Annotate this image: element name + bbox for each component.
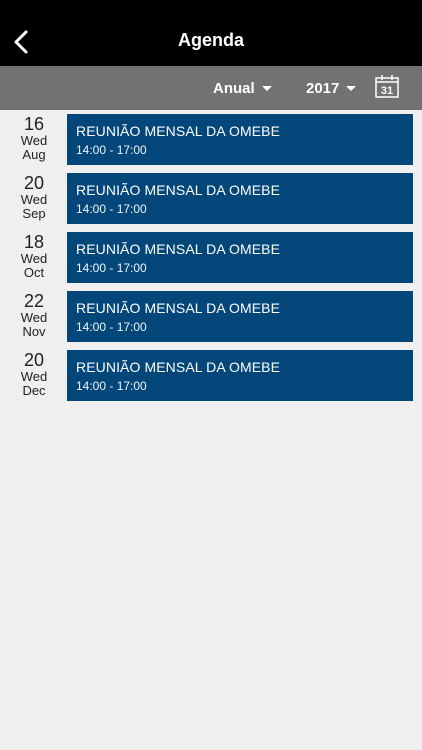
event-time: 14:00 - 17:00 [76, 320, 147, 334]
event-month: Dec [22, 383, 46, 398]
event-date: 18 Wed Oct [13, 232, 55, 280]
event-day: 20 [23, 350, 45, 370]
event-title: REUNIÃO MENSAL DA OMEBE [76, 123, 281, 139]
year-dropdown-value: 2017 [306, 79, 340, 97]
list-item: 16 Wed Aug REUNIÃO MENSAL DA OMEBE 14:00… [0, 110, 422, 169]
page-title: Agenda [177, 30, 244, 50]
period-dropdown-value: Anual [213, 79, 255, 97]
caret-down-icon [346, 85, 357, 91]
top-bar: Agenda [0, 0, 422, 66]
event-weekday: Wed [20, 310, 48, 325]
event-month: Nov [22, 324, 46, 339]
filter-bar: Anual 2017 [0, 66, 422, 110]
event-time: 14:00 - 17:00 [76, 261, 147, 275]
event-card[interactable]: REUNIÃO MENSAL DA OMEBE 14:00 - 17:00 [67, 114, 413, 165]
event-day: 18 [23, 232, 45, 252]
event-weekday: Wed [20, 369, 48, 384]
event-date: 20 Wed Dec [13, 350, 55, 398]
caret-down-icon [261, 85, 272, 91]
event-time: 14:00 - 17:00 [76, 202, 147, 216]
event-day: 20 [23, 173, 45, 193]
event-weekday: Wed [20, 251, 48, 266]
event-weekday: Wed [20, 133, 48, 148]
event-day: 22 [23, 291, 45, 311]
event-card[interactable]: REUNIÃO MENSAL DA OMEBE 14:00 - 17:00 [67, 173, 413, 224]
event-title: REUNIÃO MENSAL DA OMEBE [76, 182, 281, 198]
event-date: 20 Wed Sep [13, 173, 55, 221]
list-item: 18 Wed Oct REUNIÃO MENSAL DA OMEBE 14:00… [0, 228, 422, 287]
event-card[interactable]: REUNIÃO MENSAL DA OMEBE 14:00 - 17:00 [67, 350, 413, 401]
event-month: Oct [23, 265, 45, 280]
event-weekday: Wed [20, 192, 48, 207]
event-month: Sep [22, 206, 46, 221]
event-time: 14:00 - 17:00 [76, 143, 147, 157]
event-date: 16 Wed Aug [13, 114, 55, 162]
event-card[interactable]: REUNIÃO MENSAL DA OMEBE 14:00 - 17:00 [67, 232, 413, 283]
calendar-icon-day: 31 [381, 85, 393, 97]
calendar-button[interactable]: 31 [374, 73, 400, 99]
event-month: Aug [22, 147, 46, 162]
event-card[interactable]: REUNIÃO MENSAL DA OMEBE 14:00 - 17:00 [67, 291, 413, 342]
event-date: 22 Wed Nov [13, 291, 55, 339]
list-item: 20 Wed Dec REUNIÃO MENSAL DA OMEBE 14:00… [0, 346, 422, 405]
year-dropdown[interactable]: 2017 [306, 77, 357, 99]
period-dropdown[interactable]: Anual [213, 77, 272, 99]
event-time: 14:00 - 17:00 [76, 379, 147, 393]
calendar-icon: 31 [375, 75, 399, 98]
event-day: 16 [23, 114, 45, 134]
event-list: 16 Wed Aug REUNIÃO MENSAL DA OMEBE 14:00… [0, 110, 422, 405]
list-item: 22 Wed Nov REUNIÃO MENSAL DA OMEBE 14:00… [0, 287, 422, 346]
event-title: REUNIÃO MENSAL DA OMEBE [76, 300, 281, 316]
event-title: REUNIÃO MENSAL DA OMEBE [76, 359, 281, 375]
list-item: 20 Wed Sep REUNIÃO MENSAL DA OMEBE 14:00… [0, 169, 422, 228]
event-title: REUNIÃO MENSAL DA OMEBE [76, 241, 281, 257]
